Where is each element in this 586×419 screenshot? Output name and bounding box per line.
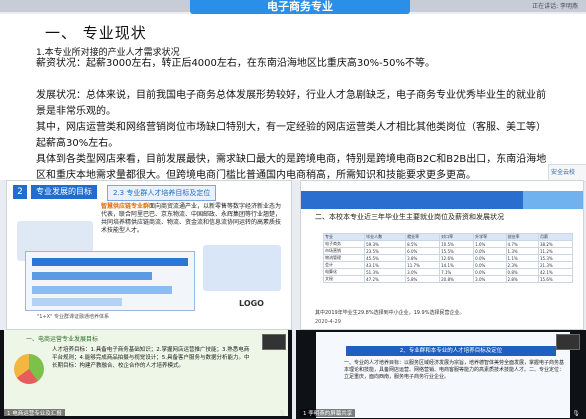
mic-icon[interactable]: 🎙 [572,410,580,417]
participant-name: 1 李明燕的屏幕共享 [300,409,356,417]
video-tile-2[interactable]: 二、本校本专业近三年毕业生主要就业岗位及薪资和发展状况 专业 毕业人数 就业率 对口率… [300,180,584,330]
doc-heading: 一、 专业现状 [45,24,147,42]
employment-table: 专业 毕业人数 就业率 对口率 升学率 创业率 月薪 电子商务 59.3% 8.5% 10.5% 1… [322,233,574,283]
table-row: 电算化 51.3% 3.0% 7.1% 0.0% 0.8% 42.1% [322,268,574,276]
camera-thumbnail[interactable] [262,334,286,350]
diagram-bar [32,298,122,306]
slide-header-image [523,191,583,209]
slide-note: 其中2019年毕业生29.8%选择到中小企业，19.9%选择民营企业。 [315,310,465,316]
participant-name: 1 电商运营专业及汇报 [4,409,65,417]
camera-thumbnail[interactable] [556,334,580,350]
slide-subsection-tag: 2.3 专业群人才培养目标及定位 [107,185,217,201]
doc-paragraph: 发展状况：总体来说，目前我国电子商务总体发展形势较好，行业人才急剧缺乏，电子商务… [36,90,546,117]
slide-title: 二、本校本专业近三年毕业生主要就业岗位及薪资和发展状况 [315,213,504,221]
video-tile-3[interactable]: 一、电商运营专业发展目标 人才培养目标：1.具备电子商务基础知识；2.掌握网店运… [0,330,292,419]
slide-caption: "1+X" 专业群课证融通培养体系 [37,314,109,320]
slide-body: 一、专业的人才培养目标：以服务区域经济发展为宗旨，培养德智体美劳全面发展，掌握电… [344,360,565,380]
slide-section-tag: 专业发展的目标 [31,185,97,199]
slide-body: 人才培养目标：1.具备电子商务基础知识；2.掌握网店运营推广技能；3.熟悉电商平… [52,347,250,369]
slide-number: 2 [13,185,27,199]
slide-logo-text: LOGO [239,299,264,308]
table-row: 物流管理 45.5% 3.8% 12.6% 0.0% 1.1% 15.3% [322,254,574,262]
video-tile-1[interactable]: 2 专业发展的目标 2.3 专业群人才培养目标及定位 智慧供应链专业群面向商贸流… [6,180,292,330]
shared-document: 一、 专业现状 1.本专业所对接的产业人才需求状况 薪资状况：起薪3000左右，… [0,14,586,182]
table-row: 市场营销 23.5% 6.0% 15.5% 0.0% 1.3% 11.2% [322,247,574,255]
slide-body: 智慧供应链专业群面向商贸流通产业，以新零售等数字经济新业态为代表，联合阿里巴巴、… [101,203,283,235]
diagram-bar [32,258,188,266]
diagram-bar [32,286,172,294]
doc-paragraph: 薪资状况：起薪3000左右，转正后4000左右，在东南沿海地区比重庆高30%-5… [36,58,435,69]
meeting-title: 电子商务专业 [190,0,410,14]
course-diagram [25,251,195,311]
table-row: 专业 毕业人数 就业率 对口率 升学率 创业率 月薪 [322,233,574,241]
table-row: 文秘 47.2% 5.8% 20.8% 3.0% 2.8% 15.6% [322,275,574,283]
video-tile-4[interactable]: 2、专业群和本专业的人才培养目标及定位 一、专业的人才培养目标：以服务区域经济发… [296,330,586,419]
slide-side-graphic [203,245,281,291]
diagram-bar [32,272,152,280]
speaking-status: 正在讲话: 李明燕 [532,3,578,10]
table-row: 电子商务 59.3% 8.5% 10.5% 1.6% 4.7% 38.2% [322,240,574,248]
doc-paragraph: 其中，网店运营类和网络营销岗位市场缺口特别大，有一定经验的网店运营类人才相比其他… [36,122,546,149]
shared-slide: 2、专业群和本专业的人才培养目标及定位 一、专业的人才培养目标：以服务区域经济发… [316,332,570,418]
slide-date: 2020-4-29 [315,319,341,325]
shared-slide: 一、电商运营专业发展目标 人才培养目标：1.具备电子商务基础知识；2.掌握网店运… [4,330,288,416]
mic-icon[interactable]: 🎙 [278,410,286,417]
slide-title: 2、专业群和本专业的人才培养目标及定位 [346,346,556,356]
slide-highlight: 智慧供应链专业群 [101,203,150,210]
pie-graphic [14,354,44,384]
table-row: 会计 43.1% 11.7% 14.1% 0.0% 2.3% 21.3% [322,261,574,269]
slide-title: 一、电商运营专业发展目标 [26,336,99,343]
